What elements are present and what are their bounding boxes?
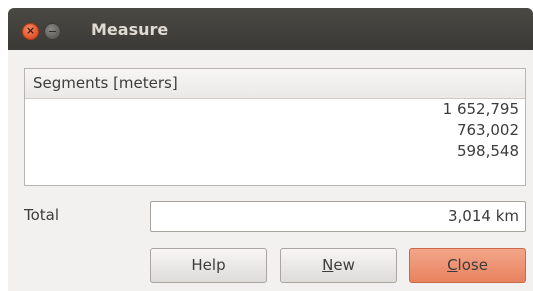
window-title: Measure	[91, 20, 169, 39]
close-mnemonic: C	[447, 256, 458, 274]
window-close-button[interactable]: ×	[22, 23, 39, 40]
close-button[interactable]: Close	[409, 248, 526, 283]
segment-row[interactable]: 763,002	[25, 120, 525, 141]
segments-column-header[interactable]: Segments [meters]	[25, 69, 525, 99]
new-button[interactable]: New	[280, 248, 397, 283]
total-label: Total	[24, 206, 60, 224]
total-field[interactable]: 3,014 km	[150, 201, 526, 232]
new-label-rest: ew	[333, 256, 355, 274]
title-bar[interactable]: × Measure	[8, 8, 533, 50]
segment-row[interactable]: 598,548	[25, 141, 525, 162]
segment-row[interactable]: 1 652,795	[25, 99, 525, 120]
close-icon: ×	[25, 24, 36, 37]
help-button[interactable]: Help	[150, 248, 267, 283]
close-label-rest: lose	[457, 256, 488, 274]
window-minimize-button[interactable]	[44, 23, 61, 40]
measure-dialog: × Measure Segments [meters] 1 652,795 76…	[8, 8, 533, 291]
segments-table[interactable]: Segments [meters] 1 652,795 763,002 598,…	[24, 68, 526, 186]
new-mnemonic: N	[322, 256, 334, 274]
